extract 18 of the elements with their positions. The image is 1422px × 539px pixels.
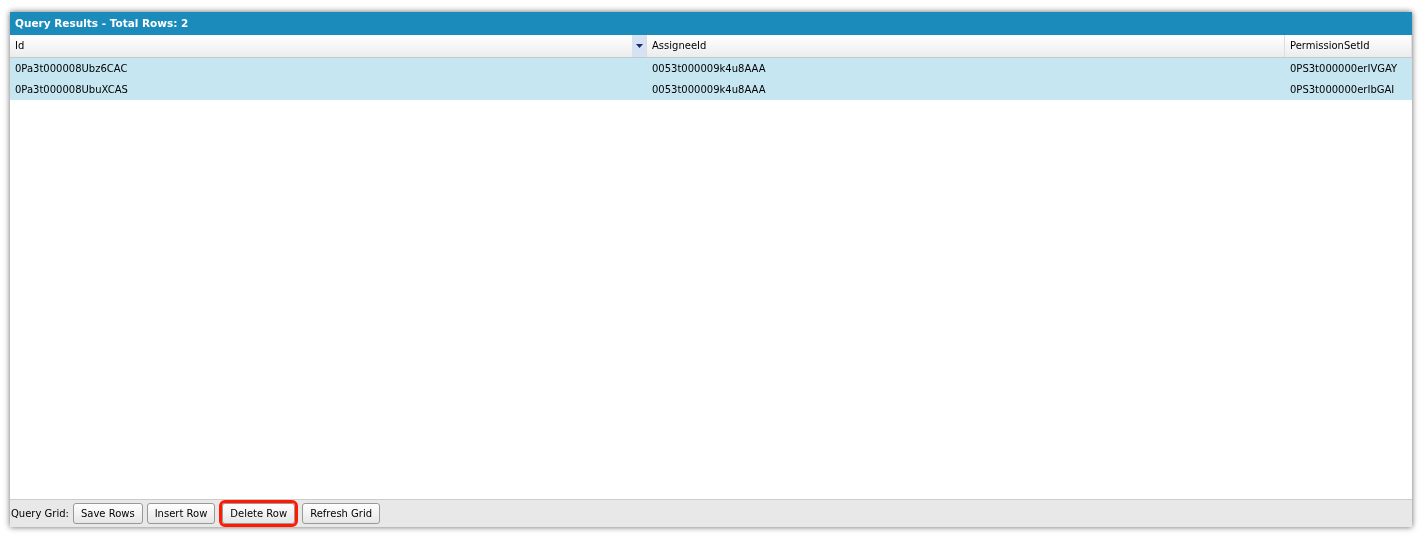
toolbar-button[interactable]: Save Rows bbox=[72, 503, 143, 524]
table-cell-text: 0Pa3t000008UbuXCAS bbox=[14, 83, 129, 97]
toolbar-label: Query Grid: bbox=[11, 508, 69, 519]
table-row[interactable]: 0Pa3t000008UbuXCAS 0053t000009k4u8AAA 0PS3t000000erIbGAI bbox=[10, 79, 1412, 100]
table-cell-text: 0053t000009k4u8AAA bbox=[651, 83, 767, 97]
table-row[interactable]: 0Pa3t000008Ubz6CAC 0053t000009k4u8AAA 0PS3t000000erIVGAY bbox=[10, 58, 1412, 79]
column-header[interactable]: PermissionSetId bbox=[1285, 35, 1412, 57]
toolbar-button[interactable]: Delete Row bbox=[222, 503, 296, 524]
toolbar-button[interactable]: Refresh Grid bbox=[302, 503, 381, 524]
table-cell-text: 0Pa3t000008Ubz6CAC bbox=[14, 62, 129, 76]
dropdown-icon[interactable] bbox=[632, 35, 646, 57]
column-header[interactable]: AssigneeId bbox=[647, 35, 1285, 57]
table-cell-text: 0PS3t000000erIVGAY bbox=[1289, 62, 1399, 76]
table-cell-text: 0053t000009k4u8AAA bbox=[651, 62, 767, 76]
table-cell-text: 0PS3t000000erIbGAI bbox=[1289, 83, 1396, 97]
toolbar-button[interactable]: Insert Row bbox=[146, 503, 216, 524]
panel-title: Query Results - Total Rows: 2 bbox=[10, 12, 1412, 35]
column-header[interactable]: Id bbox=[10, 35, 647, 57]
